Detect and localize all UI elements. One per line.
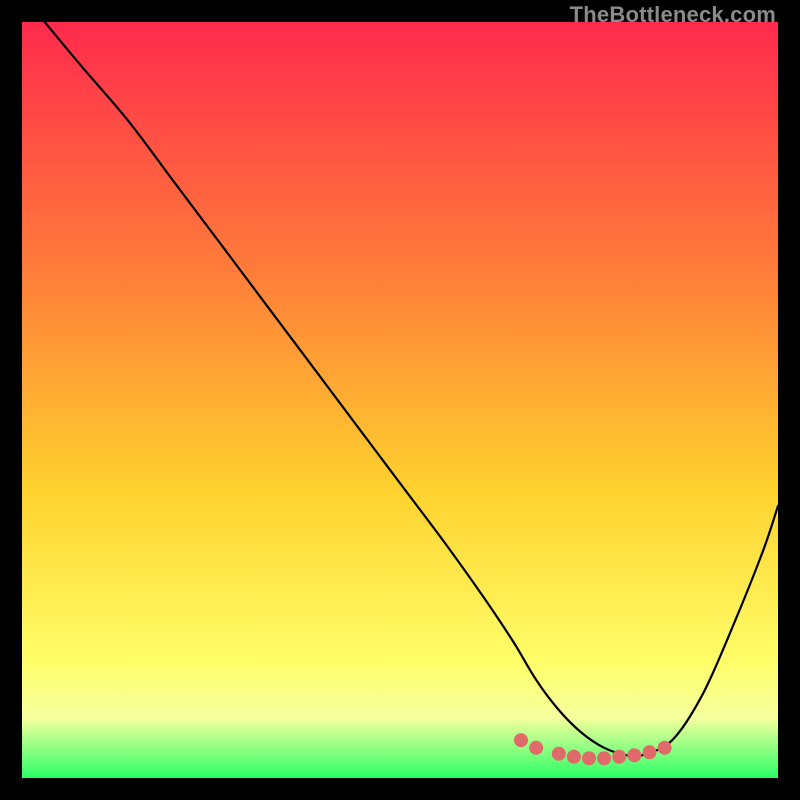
optimal-dot (582, 751, 596, 765)
optimal-dot (567, 750, 581, 764)
gradient-background (22, 22, 778, 778)
optimal-dot (627, 748, 641, 762)
optimal-dot (514, 733, 528, 747)
bottleneck-chart (22, 22, 778, 778)
optimal-dot (612, 750, 626, 764)
optimal-dot (643, 745, 657, 759)
watermark-text: TheBottleneck.com (570, 2, 776, 28)
optimal-dot (552, 747, 566, 761)
optimal-dot (529, 741, 543, 755)
optimal-dot (597, 751, 611, 765)
optimal-dot (658, 741, 672, 755)
plot-frame (22, 22, 778, 778)
